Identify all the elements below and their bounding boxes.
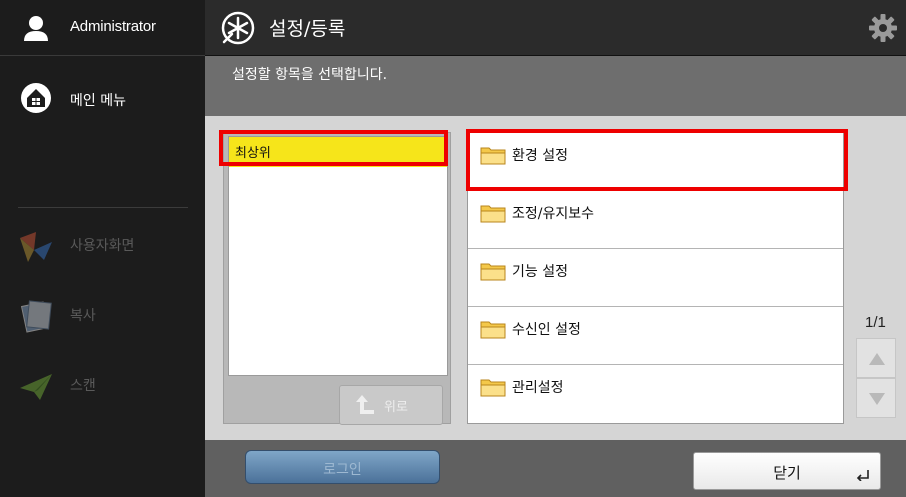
list-item-destination-settings[interactable]: 수신인 설정 xyxy=(468,307,843,365)
copy-icon xyxy=(20,300,52,333)
tree-list: 최상위 xyxy=(228,136,448,376)
main-menu-label: 메인 메뉴 xyxy=(70,93,126,109)
sidebar-item-label: 복사 xyxy=(70,308,96,324)
header: 설정/등록 xyxy=(205,0,906,56)
sidebar-item-label: 스캔 xyxy=(70,378,96,394)
triangle-up-icon xyxy=(869,353,885,365)
list-item-function-settings[interactable]: 기능 설정 xyxy=(468,249,843,307)
gear-icon[interactable] xyxy=(867,12,899,44)
user-area[interactable]: Administrator xyxy=(0,0,205,56)
highlight-box-list xyxy=(466,129,848,191)
list-item-label: 기능 설정 xyxy=(512,264,568,280)
page-title: 설정/등록 xyxy=(269,18,346,40)
footer: 로그인 닫기 xyxy=(205,440,906,497)
custom-screen-icon xyxy=(20,232,52,262)
scroll-up-button[interactable] xyxy=(856,338,896,378)
list-item-label: 수신인 설정 xyxy=(512,322,581,338)
sidebar-divider xyxy=(18,207,188,208)
sidebar-item-scan[interactable]: 스캔 xyxy=(0,360,205,410)
scroll-down-button[interactable] xyxy=(856,378,896,418)
up-button-label: 위로 xyxy=(384,400,408,415)
page-indicator: 1/1 xyxy=(865,314,886,331)
up-button[interactable]: 위로 xyxy=(339,385,443,425)
settings-register-icon xyxy=(221,11,255,45)
folder-icon xyxy=(480,321,506,339)
user-icon xyxy=(24,16,48,41)
list-item-label: 관리설정 xyxy=(512,380,564,396)
list-item-adjust-maintenance[interactable]: 조정/유지보수 xyxy=(468,191,843,249)
user-name: Administrator xyxy=(70,18,156,35)
login-button[interactable]: 로그인 xyxy=(245,450,440,484)
tree-panel: 최상위 위로 xyxy=(223,132,451,425)
main-panel: 최상위 위로 환경 설정 조정/유지보수 기능 설정 수신인 설정 관리설정 1… xyxy=(205,116,906,440)
instruction-bar: 설정할 항목을 선택합니다. xyxy=(205,56,906,116)
main-menu-button[interactable]: 메인 메뉴 xyxy=(0,66,205,136)
sidebar-item-copy[interactable]: 복사 xyxy=(0,290,205,340)
sidebar-item-label: 사용자화면 xyxy=(70,238,135,254)
close-button[interactable]: 닫기 xyxy=(693,452,881,490)
highlight-box-tree xyxy=(219,130,448,166)
list-item-label: 조정/유지보수 xyxy=(512,206,594,222)
folder-icon xyxy=(480,205,506,223)
close-button-label: 닫기 xyxy=(773,464,801,482)
folder-icon xyxy=(480,263,506,281)
login-button-label: 로그인 xyxy=(323,462,362,478)
enter-icon xyxy=(856,470,869,481)
list-item-management-settings[interactable]: 관리설정 xyxy=(468,365,843,423)
up-arrow-icon xyxy=(356,395,374,414)
triangle-down-icon xyxy=(869,393,885,405)
home-icon xyxy=(21,83,51,113)
sidebar: Administrator 메인 메뉴 사용자화면 복사 스캔 xyxy=(0,0,205,497)
scan-icon xyxy=(20,374,52,400)
instruction-text: 설정할 항목을 선택합니다. xyxy=(232,67,388,83)
sidebar-item-custom-screen[interactable]: 사용자화면 xyxy=(0,220,205,270)
folder-icon xyxy=(480,379,506,397)
